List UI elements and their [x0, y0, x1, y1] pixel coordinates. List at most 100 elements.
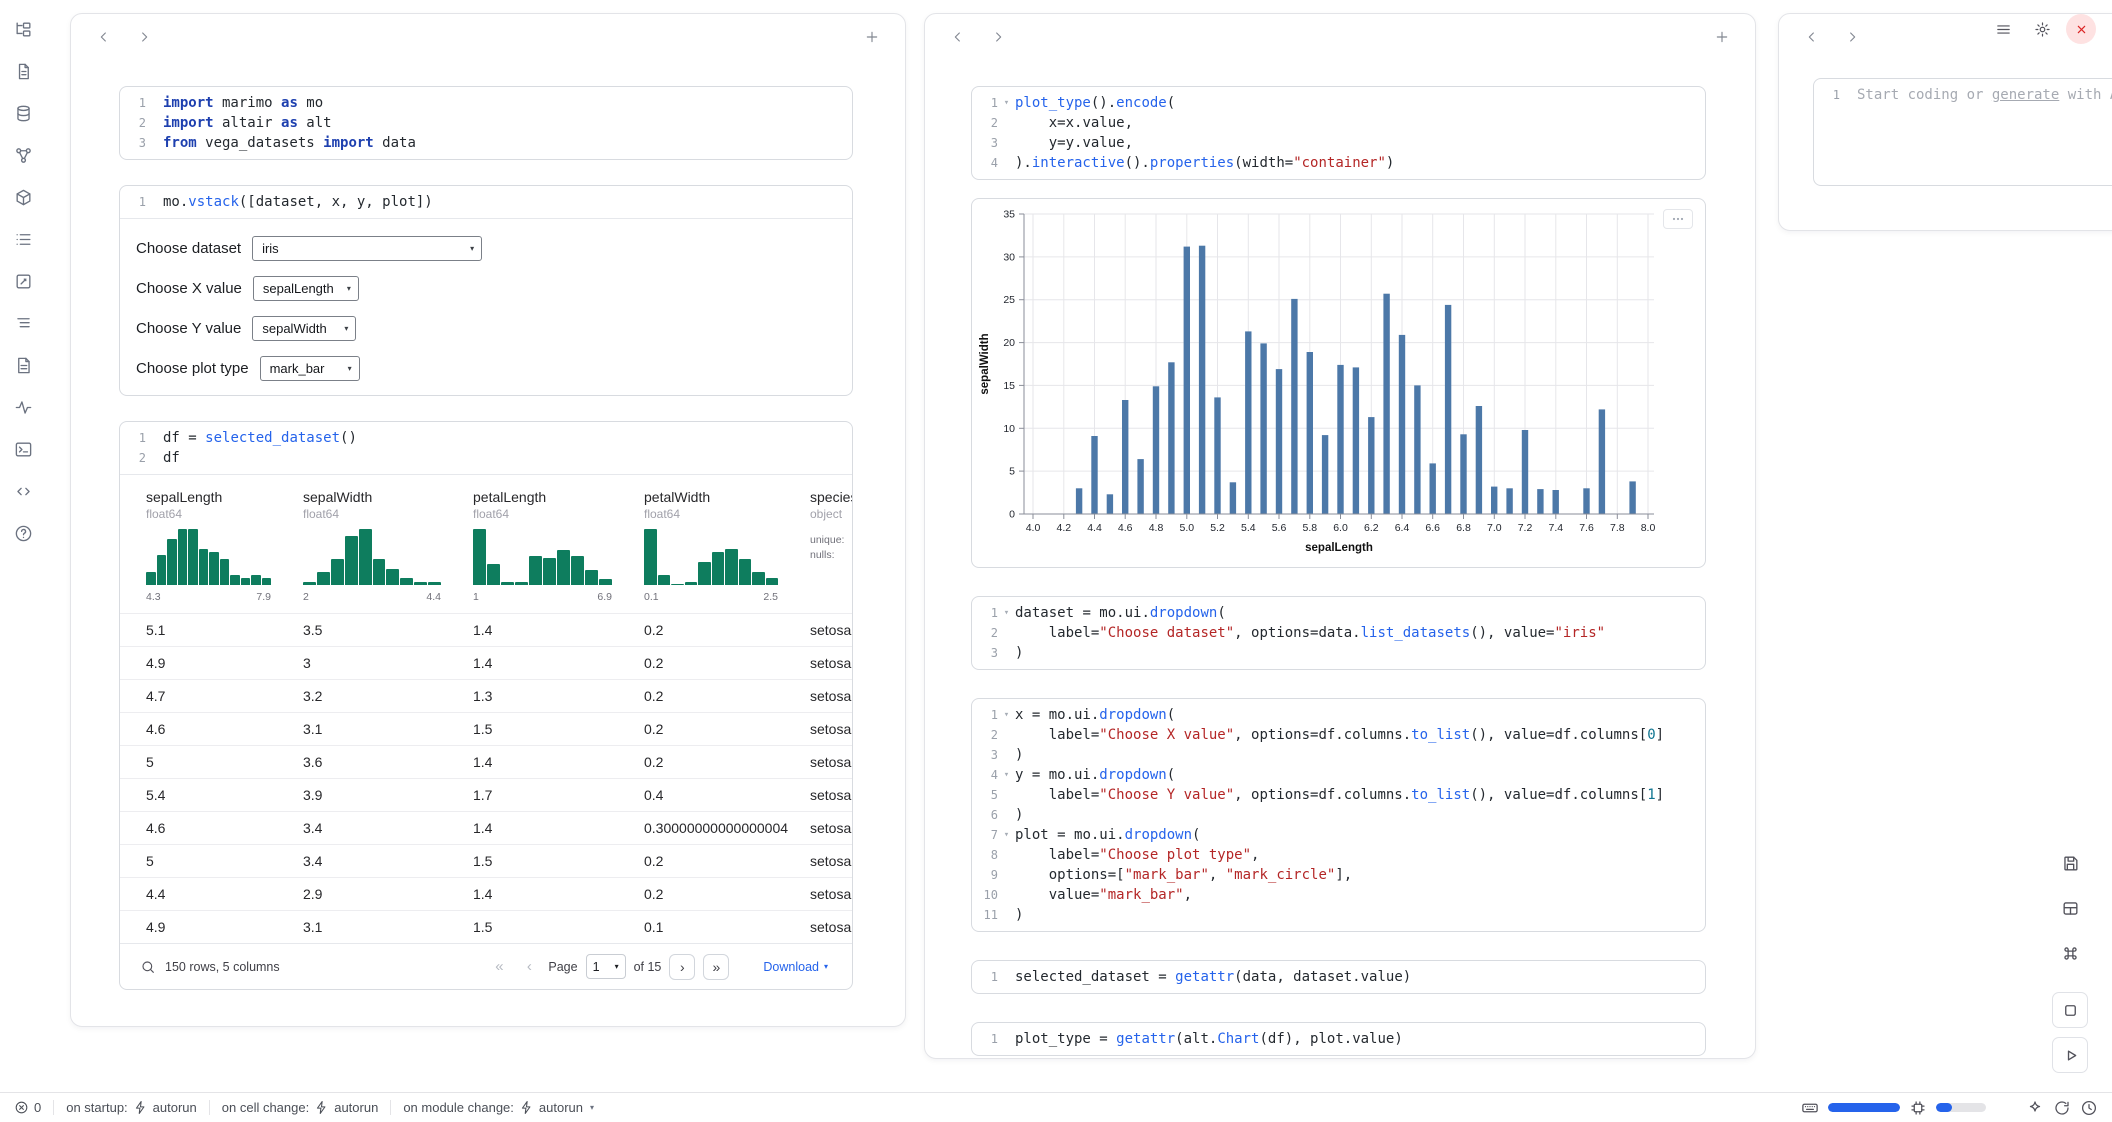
dropdown-row: Choose Y valuesepalWidth▾ [136, 315, 836, 341]
column-move-right-button[interactable] [1841, 26, 1863, 48]
cell-imports[interactable]: 1import marimo as mo2import altair as al… [119, 86, 853, 160]
first-page-button[interactable]: « [488, 955, 510, 979]
gutter-spacer [146, 93, 163, 113]
code-editor[interactable]: 1selected_dataset = getattr(data, datase… [972, 961, 1705, 993]
add-cell-button[interactable] [861, 26, 883, 48]
cell-chart-output[interactable]: 4.04.24.44.64.85.05.25.45.65.86.06.26.46… [971, 198, 1706, 568]
on-module-change-setting[interactable]: on module change: autorun ▾ [403, 1100, 594, 1115]
download-button[interactable]: Download▾ [763, 960, 828, 974]
histogram-bar [262, 578, 272, 585]
code-editor[interactable]: 1plot_type = getattr(alt.Chart(df), plot… [972, 1023, 1705, 1055]
cell-plot-encode[interactable]: 1▾plot_type().encode(2 x=x.value,3 y=y.v… [971, 86, 1706, 180]
on-cell-change-setting[interactable]: on cell change: autorun [222, 1100, 379, 1115]
notebook-settings-button[interactable] [2027, 14, 2057, 44]
clock-icon[interactable] [2080, 1099, 2098, 1117]
x-value-select[interactable]: sepalLength▾ [253, 276, 359, 301]
dataset-select[interactable]: iris▾ [252, 236, 482, 261]
next-page-button[interactable]: › [669, 954, 695, 980]
search-icon[interactable] [140, 959, 156, 975]
code-line: 1plot_type = getattr(alt.Chart(df), plot… [972, 1029, 1693, 1049]
documentation-icon[interactable] [10, 352, 36, 378]
help-icon[interactable] [10, 520, 36, 546]
app-frame-button[interactable] [2052, 992, 2088, 1028]
dropdown-row: Choose plot typemark_bar▾ [136, 355, 836, 381]
table-row: 4.42.91.40.2setosa [120, 877, 852, 910]
line-number: 9 [972, 865, 998, 885]
column-move-right-button[interactable] [133, 26, 155, 48]
max-value: 7.9 [256, 591, 271, 603]
line-number: 1 [120, 192, 146, 212]
dependency-graph-icon[interactable] [10, 142, 36, 168]
snippets-icon[interactable] [10, 478, 36, 504]
shutdown-button[interactable] [2066, 14, 2096, 44]
file-explorer-icon[interactable] [10, 16, 36, 42]
column-stats: unique:nulls: [810, 533, 852, 563]
outline-icon[interactable] [10, 310, 36, 336]
cell-dataframe[interactable]: 1df = selected_dataset()2df sepalLengthf… [119, 421, 853, 990]
packages-icon[interactable] [10, 184, 36, 210]
last-page-button[interactable]: » [703, 954, 729, 980]
column-move-left-button[interactable] [1801, 26, 1823, 48]
chart-menu-button[interactable] [1663, 209, 1693, 229]
add-cell-button[interactable] [1711, 26, 1733, 48]
cell-new-empty[interactable]: 1 Start coding or generate with AI [1813, 78, 2112, 186]
code-text: ) [1015, 805, 1023, 825]
fold-chevron-icon[interactable]: ▾ [998, 765, 1015, 785]
logs-icon[interactable] [10, 226, 36, 252]
stat-line: unique: [810, 533, 852, 548]
fold-chevron-icon[interactable]: ▾ [998, 825, 1015, 845]
generate-with-ai-link[interactable]: generate [1992, 87, 2059, 103]
cell-plot-type[interactable]: 1plot_type = getattr(alt.Chart(df), plot… [971, 1022, 1706, 1056]
max-value: 2.5 [763, 591, 778, 603]
setting-label: on startup: [66, 1100, 127, 1115]
scratchpad-icon[interactable] [10, 268, 36, 294]
floating-actions [2052, 845, 2088, 1073]
code-editor[interactable]: 1mo.vstack([dataset, x, y, plot]) [120, 186, 852, 218]
code-line: 10 value="mark_bar", [972, 885, 1693, 905]
code-editor[interactable]: 1df = selected_dataset()2df [120, 422, 852, 474]
table-row: 4.63.11.50.2setosa [120, 712, 852, 745]
memory-chip-icon [1909, 1099, 1927, 1117]
ai-sparkle-icon[interactable] [2026, 1099, 2044, 1117]
column-move-left-button[interactable] [947, 26, 969, 48]
notebook-files-icon[interactable] [10, 58, 36, 84]
cell-vstack-controls[interactable]: 1mo.vstack([dataset, x, y, plot]) Choose… [119, 185, 853, 396]
histogram-bar [251, 575, 261, 585]
save-notebook-button[interactable] [2052, 845, 2088, 881]
plot-type-select[interactable]: mark_bar▾ [260, 356, 360, 381]
keyboard-shortcuts-button[interactable] [2052, 935, 2088, 971]
code-editor[interactable]: 1 Start coding or generate with AI [1814, 79, 2112, 111]
divider [390, 1100, 391, 1115]
run-all-button[interactable] [2052, 1037, 2088, 1073]
cell-xy-plot-dropdowns[interactable]: 1▾x = mo.ui.dropdown(2 label="Choose X v… [971, 698, 1706, 932]
histogram-bar [386, 569, 399, 585]
editor-placeholder[interactable]: Start coding or generate with AI [1857, 85, 2112, 105]
y-value-select[interactable]: sepalWidth▾ [252, 316, 356, 341]
errors-indicator[interactable]: 0 [14, 1100, 41, 1115]
fold-chevron-icon[interactable]: ▾ [998, 603, 1015, 623]
datasources-icon[interactable] [10, 100, 36, 126]
fold-chevron-icon[interactable]: ▾ [998, 705, 1015, 725]
code-text: label="Choose dataset", options=data.lis… [1015, 623, 1605, 643]
layout-select-button[interactable] [2052, 890, 2088, 926]
refresh-icon[interactable] [2053, 1099, 2071, 1117]
terminal-icon[interactable] [10, 436, 36, 462]
histogram-bar [230, 575, 240, 585]
prev-page-button[interactable]: ‹ [518, 955, 540, 979]
code-editor[interactable]: 1import marimo as mo2import altair as al… [120, 87, 852, 159]
table-cell: 3.6 [287, 754, 457, 770]
cell-dataset-dropdown[interactable]: 1▾dataset = mo.ui.dropdown(2 label="Choo… [971, 596, 1706, 670]
code-editor[interactable]: 1▾plot_type().encode(2 x=x.value,3 y=y.v… [972, 87, 1705, 179]
cell-selected-dataset[interactable]: 1selected_dataset = getattr(data, datase… [971, 960, 1706, 994]
column-move-left-button[interactable] [93, 26, 115, 48]
table-row: 5.13.51.40.2setosa [120, 613, 852, 646]
column-move-right-button[interactable] [987, 26, 1009, 48]
table-cell: setosa [794, 688, 852, 704]
on-startup-setting[interactable]: on startup: autorun [66, 1100, 197, 1115]
fold-chevron-icon[interactable]: ▾ [998, 93, 1015, 113]
tracing-icon[interactable] [10, 394, 36, 420]
code-editor[interactable]: 1▾dataset = mo.ui.dropdown(2 label="Choo… [972, 597, 1705, 669]
page-select[interactable]: 1▾ [586, 954, 626, 979]
notebook-menu-button[interactable] [1988, 14, 2018, 44]
code-editor[interactable]: 1▾x = mo.ui.dropdown(2 label="Choose X v… [972, 699, 1705, 931]
